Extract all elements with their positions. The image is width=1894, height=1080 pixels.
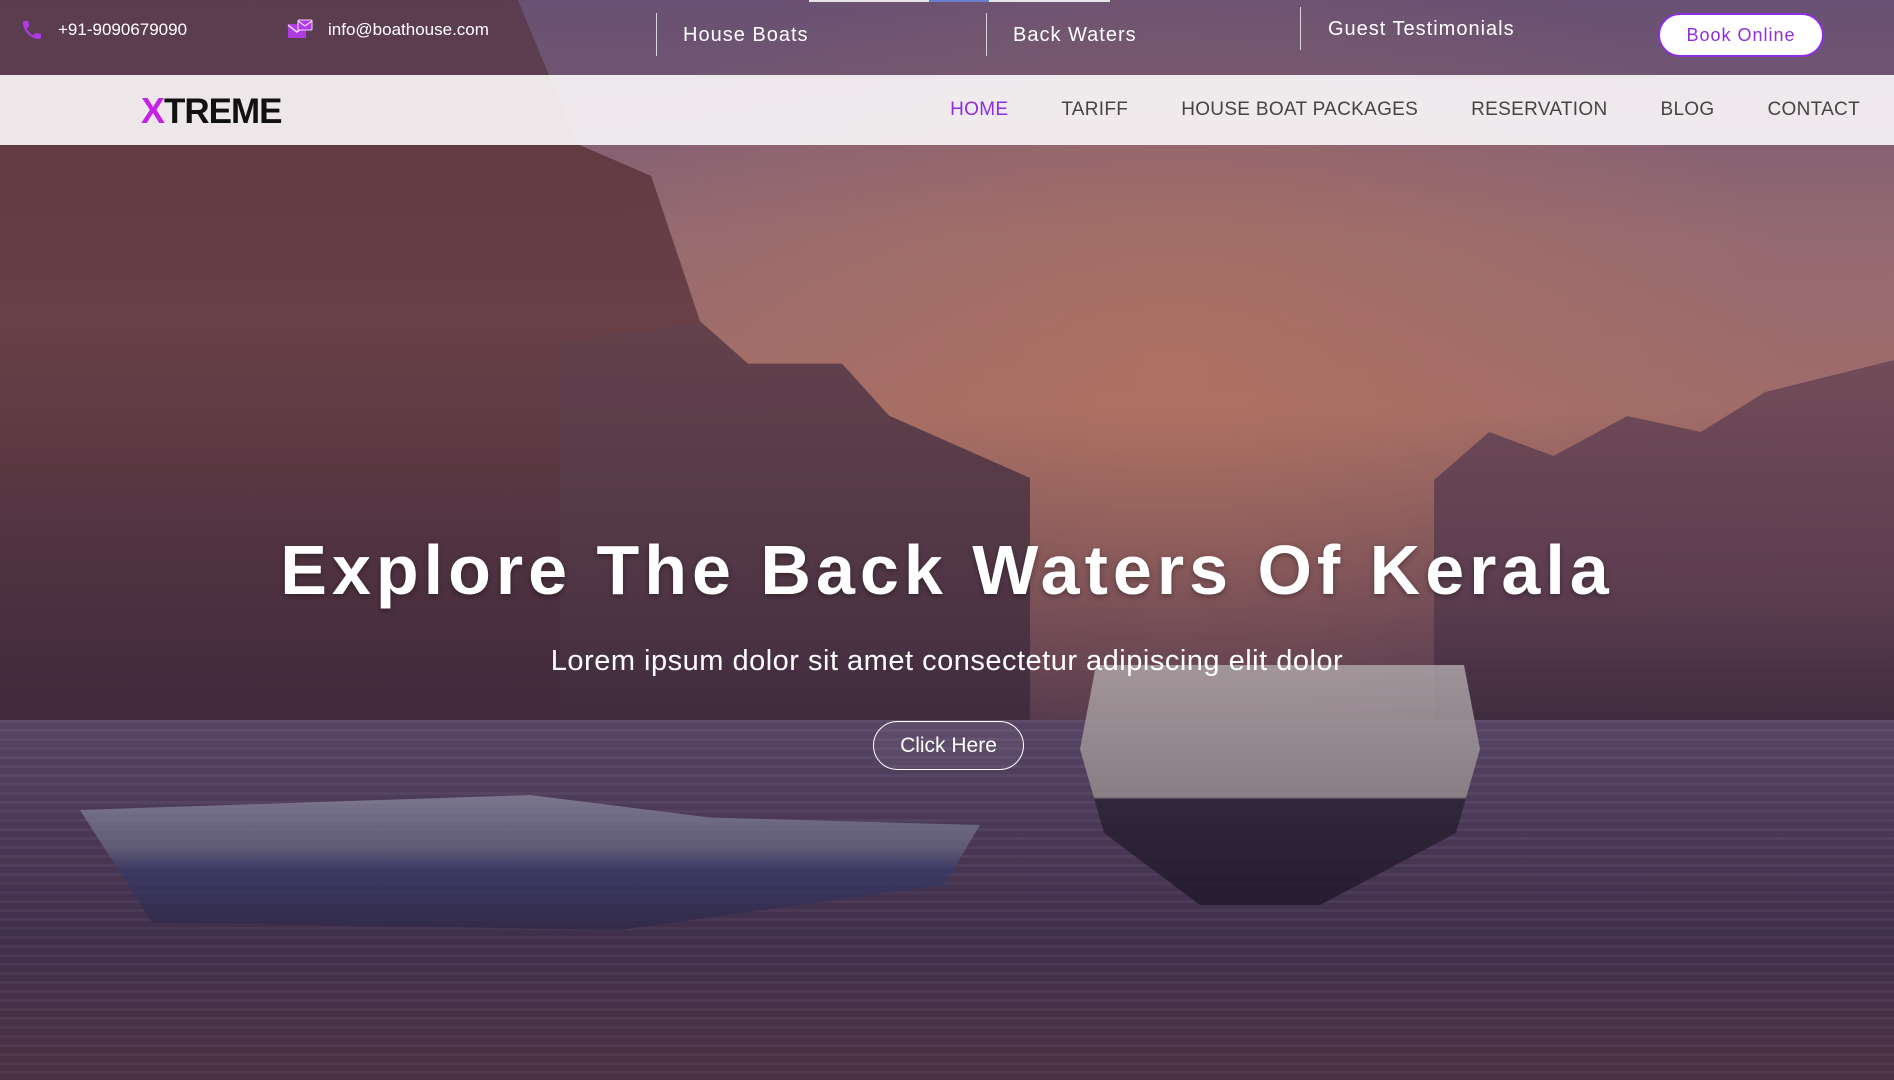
top-link-guest-testimonials[interactable]: Guest Testimonials <box>1328 18 1515 41</box>
email-address: info@boathouse.com <box>328 20 489 39</box>
divider <box>1300 7 1301 50</box>
email-icon <box>286 18 314 42</box>
nav-item-contact[interactable]: CONTACT <box>1767 99 1860 121</box>
phone-number: +91-9090679090 <box>58 20 188 39</box>
top-bar: +91-9090679090 info@boathouse.com House … <box>0 0 1894 75</box>
top-link-house-boats[interactable]: House Boats <box>683 24 809 47</box>
nav-item-tariff[interactable]: TARIFF <box>1061 99 1128 121</box>
divider <box>656 13 657 56</box>
divider <box>986 13 987 56</box>
book-online-button[interactable]: Book Online <box>1658 13 1824 57</box>
click-here-button[interactable]: Click Here <box>873 721 1024 770</box>
hero-subtitle: Lorem ipsum dolor sit amet consectetur a… <box>550 645 1344 677</box>
top-link-indicator <box>989 0 1110 2</box>
email-contact[interactable]: info@boathouse.com <box>286 18 489 42</box>
logo-mark: X <box>141 90 165 131</box>
site-logo[interactable]: X TREME <box>141 90 283 131</box>
nav-item-reservation[interactable]: RESERVATION <box>1471 99 1607 121</box>
top-link-indicator-active <box>929 0 989 2</box>
hero-title: Explore The Back Waters Of Kerala <box>280 531 1614 609</box>
top-link-back-waters[interactable]: Back Waters <box>1013 24 1137 47</box>
nav-menu: HOME TARIFF HOUSE BOAT PACKAGES RESERVAT… <box>950 75 1860 145</box>
phone-contact[interactable]: +91-9090679090 <box>20 18 187 42</box>
nav-item-home[interactable]: HOME <box>950 99 1008 121</box>
nav-item-house-boat-packages[interactable]: HOUSE BOAT PACKAGES <box>1181 99 1418 121</box>
logo-text: TREME <box>164 91 282 131</box>
main-navbar: X TREME HOME TARIFF HOUSE BOAT PACKAGES … <box>0 75 1894 145</box>
phone-icon <box>20 18 44 42</box>
nav-item-blog[interactable]: BLOG <box>1660 99 1714 121</box>
top-link-indicator <box>809 0 929 2</box>
